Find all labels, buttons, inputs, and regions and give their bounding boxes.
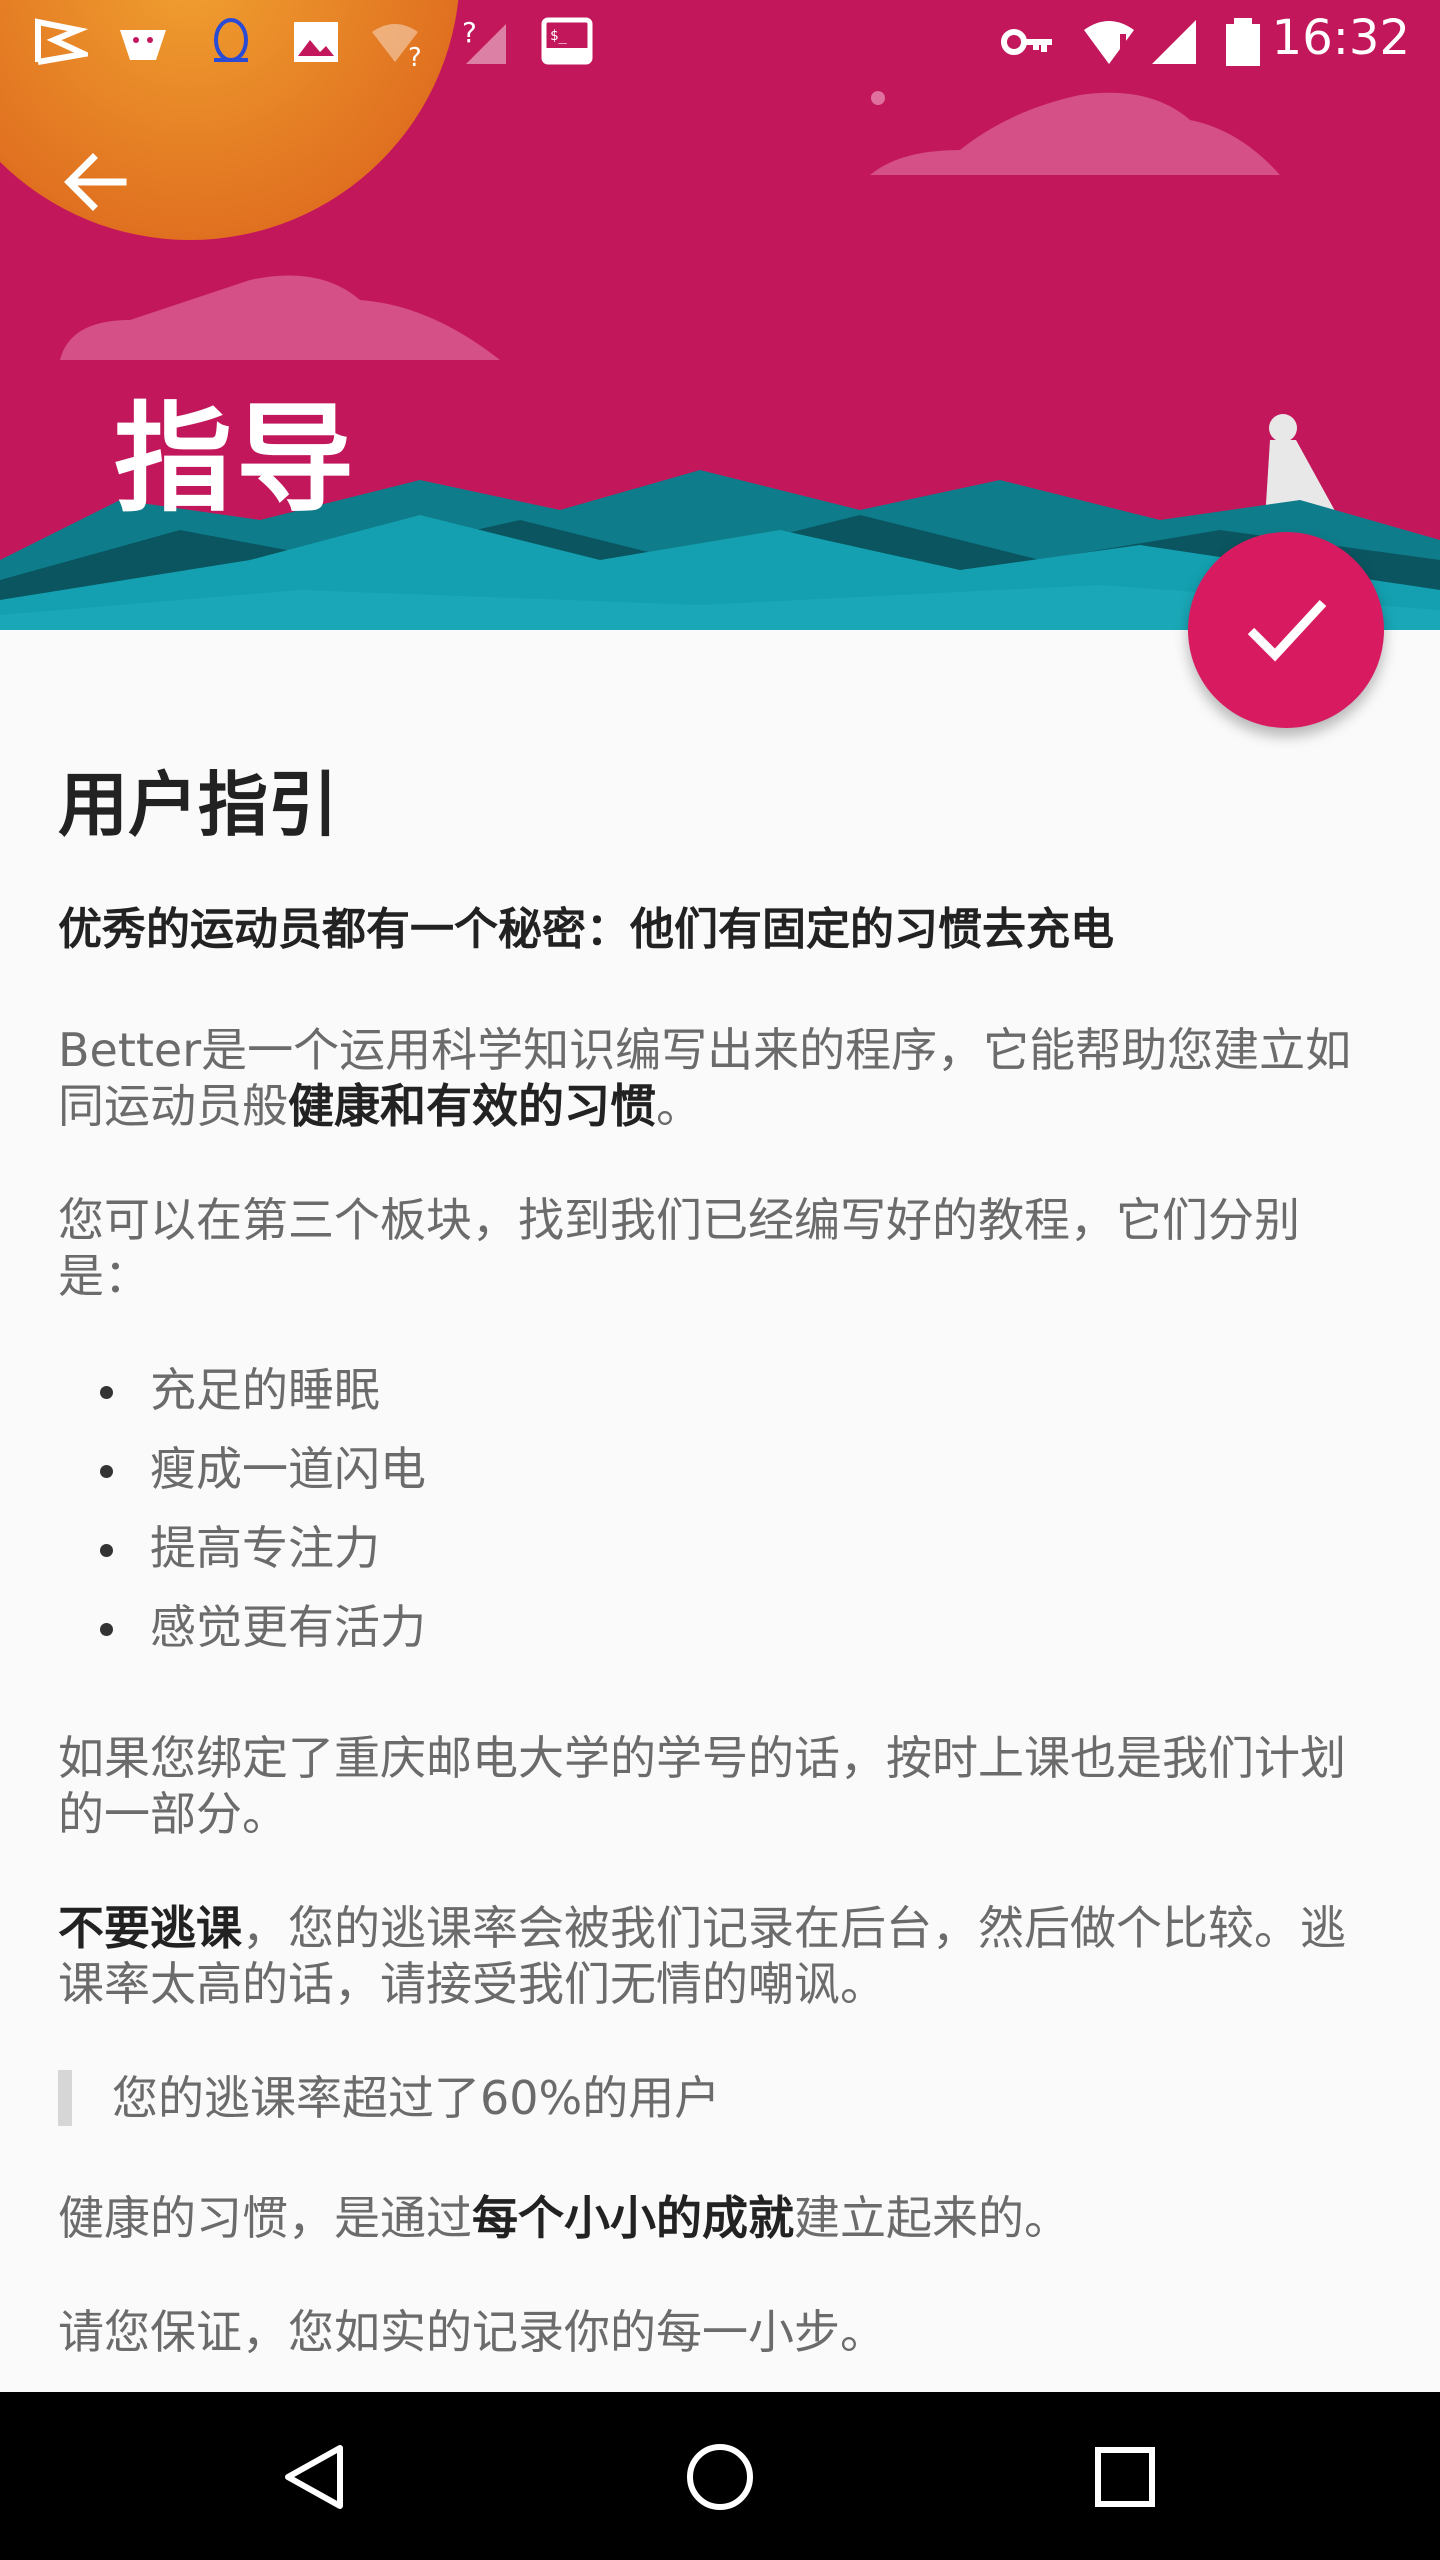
back-triangle-icon: [285, 2445, 343, 2509]
tutorial-list: 充足的睡眠 瘦成一道闪电 提高专注力 感觉更有活力: [58, 1362, 1388, 1678]
nav-back-button[interactable]: [260, 2422, 370, 2532]
intro-text: Better是一个运用科学知识编写出来的程序，它能帮助您建立如同运动员般: [58, 1023, 1352, 1133]
header-banner: ? ? $_ 16:32 指导: [0, 0, 1440, 630]
nav-recents-button[interactable]: [1070, 2422, 1180, 2532]
habit-bold: 每个小小的成就: [472, 2191, 794, 2245]
lead-text: 优秀的运动员都有一个秘密：他们有固定的习惯去充电: [58, 904, 1114, 955]
vpn-key-icon: [1001, 29, 1052, 55]
skip-class-bold: 不要逃课: [58, 1901, 242, 1955]
android-robot-icon: [120, 30, 166, 60]
list-item: 感觉更有活力: [58, 1599, 1388, 1678]
page-title: 指导: [114, 390, 359, 528]
list-item: 瘦成一道闪电: [58, 1441, 1388, 1520]
svg-text:?: ?: [408, 43, 422, 68]
tutorials-paragraph: 您可以在第三个板块，找到我们已经编写好的教程，它们分别是：: [58, 1193, 1300, 1303]
habit-text: 健康的习惯，是通过: [58, 2191, 472, 2245]
habit-end: 建立起来的。: [794, 2191, 1070, 2245]
nav-home-button[interactable]: [665, 2422, 775, 2532]
status-time: 16:32: [1271, 10, 1410, 66]
landscape-illustration: [0, 0, 1440, 630]
intro-paragraph: Better是一个运用科学知识编写出来的程序，它能帮助您建立如同运动员般健康和有…: [58, 1022, 1388, 1134]
guide-content: 用户指引 优秀的运动员都有一个秘密：他们有固定的习惯去充电 Better是一个运…: [58, 770, 1388, 2418]
intro-end: 。: [656, 1079, 702, 1133]
skip-class-text: ，您的逃课率会被我们记录在后台，然后做个比较。逃课率太高的话，请接受我们无情的嘲…: [58, 1901, 1346, 2011]
status-bar: ? ? $_ 16:32: [0, 0, 1440, 84]
skip-class-paragraph: 不要逃课，您的逃课率会被我们记录在后台，然后做个比较。逃课率太高的话，请接受我们…: [58, 1900, 1388, 2012]
check-icon: [1247, 599, 1327, 662]
wifi-alert-icon: [1084, 21, 1134, 64]
list-item: 提高专注力: [58, 1520, 1388, 1599]
wifi-question-icon: ?: [372, 24, 422, 68]
signal-question-icon: ?: [462, 16, 506, 64]
system-nav-bar: [0, 2392, 1440, 2560]
battery-icon: [1226, 18, 1260, 66]
intro-bold: 健康和有效的习惯: [288, 1079, 656, 1133]
arrow-back-icon: [64, 153, 127, 211]
habit-paragraph: 健康的习惯，是通过每个小小的成就建立起来的。: [58, 2190, 1388, 2246]
confirm-fab-button[interactable]: [1188, 532, 1384, 728]
list-item: 充足的睡眠: [58, 1362, 1388, 1441]
terminal-icon: $_: [541, 17, 593, 65]
blockquote: 您的逃课率超过了60%的用户: [58, 2070, 1388, 2126]
svg-text:$_: $_: [550, 28, 567, 44]
notification-flag-icon: [35, 18, 88, 65]
svg-text:?: ?: [462, 16, 477, 49]
cell-signal-icon: [1152, 20, 1196, 64]
image-icon: [294, 22, 338, 62]
content-heading: 用户指引: [58, 764, 338, 846]
qq-penguin-icon: [214, 18, 248, 62]
class-paragraph: 如果您绑定了重庆邮电大学的学号的话，按时上课也是我们计划的一部分。: [58, 1731, 1346, 1841]
home-circle-icon: [687, 2444, 753, 2510]
record-paragraph: 请您保证，您如实的记录你的每一小步。: [58, 2305, 886, 2359]
recents-square-icon: [1095, 2447, 1155, 2507]
back-button[interactable]: [48, 134, 144, 230]
